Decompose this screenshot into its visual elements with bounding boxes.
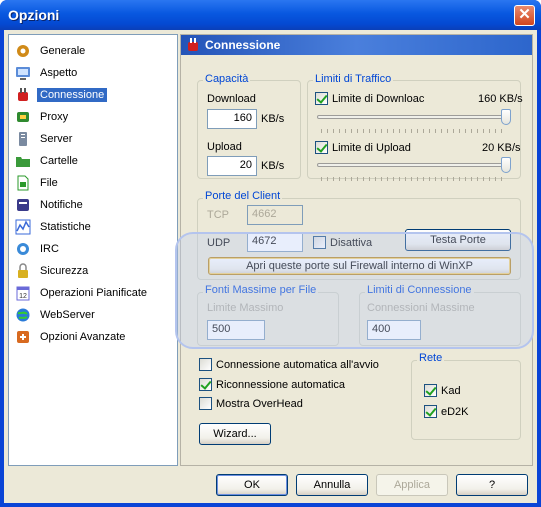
kad-label[interactable]: Kad bbox=[441, 385, 461, 397]
upload-capacity-label: Upload bbox=[207, 141, 242, 153]
sidebar-item-proxy[interactable]: Proxy bbox=[15, 108, 175, 126]
window-client: Generale Aspetto Connessione Proxy Server Car… bbox=[4, 30, 537, 503]
sidebar-item-opzioni-avanzate[interactable]: Opzioni Avanzate bbox=[15, 328, 175, 346]
network-title: Rete bbox=[417, 352, 445, 364]
svg-text:12: 12 bbox=[19, 293, 27, 300]
auto-connect-checkbox[interactable] bbox=[199, 358, 212, 371]
calendar-icon: 12 bbox=[15, 285, 31, 301]
sidebar-item-label: IRC bbox=[40, 243, 59, 255]
traffic-limits-title: Limiti di Traffico bbox=[313, 73, 394, 85]
slider-track bbox=[317, 163, 511, 167]
sidebar-item-label: Opzioni Avanzate bbox=[40, 331, 126, 343]
ok-button[interactable]: OK bbox=[216, 474, 288, 496]
sidebar-item-label: Proxy bbox=[40, 111, 69, 123]
download-limit-checkbox[interactable] bbox=[315, 92, 328, 105]
sidebar-item-irc[interactable]: IRC bbox=[15, 240, 175, 258]
chart-icon bbox=[15, 219, 31, 235]
cancel-button[interactable]: Annulla bbox=[296, 474, 368, 496]
upload-limit-value: 20 KB/s bbox=[482, 142, 521, 154]
sidebar-item-label: Cartelle bbox=[40, 155, 78, 167]
sidebar-item-label: Generale bbox=[40, 45, 86, 57]
sidebar-item-server[interactable]: Server bbox=[15, 130, 175, 148]
download-capacity-input[interactable]: 160 bbox=[207, 109, 257, 129]
auto-connect-label[interactable]: Connessione automatica all'avvio bbox=[216, 359, 379, 371]
download-unit: KB/s bbox=[261, 113, 285, 125]
window-title: Opzioni bbox=[8, 7, 60, 23]
help-button[interactable]: ? bbox=[456, 474, 528, 496]
sidebar-item-operazioni-pianificate[interactable]: 12 Operazioni Pianificate bbox=[15, 284, 175, 302]
plug-icon bbox=[188, 38, 198, 51]
ed2k-checkbox[interactable] bbox=[424, 405, 437, 418]
sidebar-item-aspetto[interactable]: Aspetto bbox=[15, 64, 175, 82]
slider-ticks bbox=[321, 129, 507, 133]
slider-thumb[interactable] bbox=[501, 109, 511, 125]
irc-icon bbox=[15, 241, 31, 257]
tcp-port-input[interactable]: 4662 bbox=[247, 205, 303, 225]
close-button[interactable]: ✕ bbox=[514, 5, 535, 26]
kad-checkbox[interactable] bbox=[424, 384, 437, 397]
gear-icon bbox=[15, 43, 31, 59]
proxy-icon bbox=[15, 109, 31, 125]
sidebar-item-label: Statistiche bbox=[40, 221, 91, 233]
server-icon bbox=[15, 131, 31, 147]
download-limit-label[interactable]: Limite di Downloac bbox=[332, 93, 424, 105]
sidebar-item-sicurezza[interactable]: Sicurezza bbox=[15, 262, 175, 280]
sidebar-item-notifiche[interactable]: Notifiche bbox=[15, 196, 175, 214]
upload-limit-label[interactable]: Limite di Upload bbox=[332, 142, 411, 154]
sidebar-item-webserver[interactable]: WebServer bbox=[15, 306, 175, 324]
download-capacity-label: Download bbox=[207, 93, 256, 105]
sidebar-item-cartelle[interactable]: Cartelle bbox=[15, 152, 175, 170]
slider-track bbox=[317, 115, 511, 119]
tcp-label: TCP bbox=[207, 209, 229, 221]
folder-icon bbox=[15, 153, 31, 169]
close-icon: ✕ bbox=[518, 6, 531, 23]
client-ports-title: Porte del Client bbox=[203, 190, 283, 202]
show-overhead-label[interactable]: Mostra OverHead bbox=[216, 398, 303, 410]
globe-icon bbox=[15, 307, 31, 323]
sidebar-item-label: File bbox=[40, 177, 58, 189]
download-limit-slider[interactable] bbox=[317, 109, 511, 135]
network-group bbox=[411, 360, 521, 440]
wizard-button[interactable]: Wizard... bbox=[199, 423, 271, 445]
advanced-icon bbox=[15, 329, 31, 345]
sidebar-item-generale[interactable]: Generale bbox=[15, 42, 175, 60]
category-list: Generale Aspetto Connessione Proxy Server Car… bbox=[8, 34, 178, 466]
options-window: Opzioni ✕ Generale Aspetto Connessione Prox… bbox=[0, 0, 541, 507]
slider-thumb[interactable] bbox=[501, 157, 511, 173]
slider-ticks bbox=[321, 177, 507, 181]
sidebar-item-label: Operazioni Pianificate bbox=[40, 287, 148, 299]
show-overhead-checkbox[interactable] bbox=[199, 397, 212, 410]
upload-unit: KB/s bbox=[261, 160, 285, 172]
lock-icon bbox=[15, 263, 31, 279]
apply-button[interactable]: Applica bbox=[376, 474, 448, 496]
panel-title: Connessione bbox=[205, 38, 281, 52]
notification-icon bbox=[15, 197, 31, 213]
sidebar-item-connessione[interactable]: Connessione bbox=[15, 86, 175, 104]
plug-icon bbox=[15, 87, 31, 103]
download-limit-value: 160 KB/s bbox=[478, 93, 523, 105]
ed2k-label[interactable]: eD2K bbox=[441, 406, 469, 418]
sidebar-item-statistiche[interactable]: Statistiche bbox=[15, 218, 175, 236]
sidebar-item-label: Server bbox=[40, 133, 73, 145]
sidebar-item-label: Sicurezza bbox=[40, 265, 89, 277]
upload-limit-checkbox[interactable] bbox=[315, 141, 328, 154]
sidebar-item-label: WebServer bbox=[40, 309, 95, 321]
sidebar-item-label: Aspetto bbox=[40, 67, 78, 79]
highlight-overlay bbox=[175, 232, 534, 349]
upload-capacity-input[interactable]: 20 bbox=[207, 156, 257, 176]
capacity-title: Capacità bbox=[203, 73, 251, 85]
upload-limit-slider[interactable] bbox=[317, 157, 511, 183]
panel-header: Connessione bbox=[181, 35, 532, 55]
auto-reconnect-label[interactable]: Riconnessione automatica bbox=[216, 379, 345, 391]
sidebar-item-label: Connessione bbox=[37, 88, 108, 102]
title-bar[interactable]: Opzioni ✕ bbox=[0, 0, 541, 30]
sidebar-item-label: Notifiche bbox=[40, 199, 83, 211]
sidebar-item-file[interactable]: File bbox=[15, 174, 175, 192]
auto-reconnect-checkbox[interactable] bbox=[199, 378, 212, 391]
monitor-icon bbox=[15, 65, 31, 81]
file-icon bbox=[15, 175, 31, 191]
